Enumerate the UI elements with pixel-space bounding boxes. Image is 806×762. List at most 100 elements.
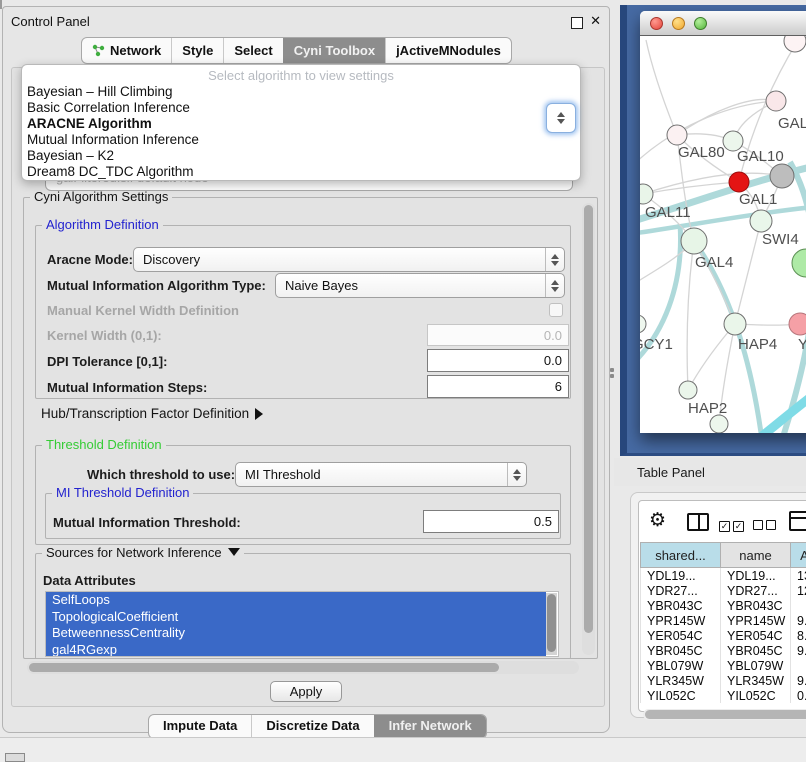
menu-item-bayesian-hill-climbing[interactable]: Bayesian – Hill Climbing [22, 84, 580, 100]
scrollbar-thumb[interactable] [645, 710, 806, 719]
apply-button[interactable]: Apply [270, 681, 342, 702]
node-gal80[interactable] [667, 125, 687, 145]
traffic-light-zoom-icon[interactable] [694, 17, 707, 30]
column-header-cut[interactable]: A [791, 543, 806, 568]
tab-infer-network[interactable]: Infer Network [374, 715, 486, 738]
table-row[interactable]: YDR27...YDR27...12 [641, 583, 806, 598]
table-row[interactable]: YBR045CYBR045C9. [641, 643, 806, 658]
settings-vertical-scrollbar[interactable] [582, 203, 595, 655]
kernel-width-label: Kernel Width (0,1): [47, 328, 162, 343]
combo-stepper-icon[interactable] [546, 103, 576, 133]
node-label: SWI4 [762, 231, 799, 248]
menu-item-bayesian-k2[interactable]: Bayesian – K2 [22, 148, 580, 164]
collapsed-panel-button[interactable] [5, 753, 25, 762]
list-item-selected[interactable]: BetweennessCentrality [46, 625, 546, 642]
tab-jactivemnodules[interactable]: jActiveMNodules [385, 38, 511, 63]
cell: YBR045C [721, 643, 791, 658]
panel-splitter-handle[interactable] [610, 366, 616, 382]
dpi-tolerance-field[interactable]: 0.0 [427, 349, 569, 372]
checkbox-pair-unchecked-icon[interactable] [753, 517, 779, 535]
settings-horizontal-scrollbar[interactable] [27, 661, 579, 674]
cell: YER054C [641, 628, 721, 643]
node-green-right[interactable] [792, 249, 806, 277]
gear-icon[interactable]: ⚙ [649, 509, 666, 532]
sources-title: Sources for Network Inference [46, 545, 222, 560]
network-window-titlebar[interactable] [640, 11, 806, 36]
node-top-cut[interactable] [784, 36, 806, 52]
table-row[interactable]: YER054CYER054C8. [641, 628, 806, 643]
table-row[interactable]: YPR145WYPR145W9. [641, 613, 806, 628]
checkbox-pair-checked-icon[interactable]: ✓✓ [719, 516, 747, 534]
list-item-selected[interactable]: TopologicalCoefficient [46, 609, 546, 626]
list-vertical-scrollbar[interactable] [546, 593, 557, 655]
tab-discretize-data[interactable]: Discretize Data [251, 715, 373, 738]
node-pink-topright[interactable] [766, 91, 786, 111]
node-hap4[interactable] [724, 313, 746, 335]
node-pink-right[interactable] [789, 313, 806, 335]
combo-stepper-icon [507, 463, 526, 486]
node-bottom-cut[interactable] [710, 415, 728, 433]
traffic-light-minimize-icon[interactable] [672, 17, 685, 30]
tab-select[interactable]: Select [223, 38, 282, 63]
group-title: Cyni Algorithm Settings [30, 189, 172, 204]
combo-value: MI Threshold [236, 467, 507, 482]
list-item-selected[interactable]: SelfLoops [46, 592, 546, 609]
dpi-tolerance-label: DPI Tolerance [0,1]: [47, 354, 167, 369]
node-label: Y [798, 336, 806, 353]
float-window-icon[interactable] [571, 17, 583, 29]
column-header-name[interactable]: name [721, 543, 791, 568]
tab-network[interactable]: Network [82, 38, 171, 63]
checked-box-icon: ✓ [719, 521, 730, 532]
cell: YBL079W [721, 658, 791, 673]
aracne-mode-combo[interactable]: Discovery [133, 247, 565, 272]
close-icon[interactable]: ✕ [590, 13, 601, 29]
menu-item-aracne[interactable]: ARACNE Algorithm [22, 116, 580, 132]
scrollbar-thumb[interactable] [29, 663, 499, 672]
scrollbar-thumb[interactable] [584, 205, 593, 633]
column-header-shared-name[interactable]: shared... [641, 543, 721, 568]
kernel-width-field: 0.0 [427, 324, 569, 346]
list-item-selected[interactable]: gal4RGexp [46, 642, 546, 658]
table-icon[interactable] [789, 511, 806, 531]
node-gal1-red[interactable] [729, 172, 749, 192]
traffic-light-close-icon[interactable] [650, 17, 663, 30]
which-threshold-combo[interactable]: MI Threshold [235, 462, 527, 487]
mi-type-combo[interactable]: Naive Bayes [275, 273, 565, 298]
menu-item-dream8[interactable]: Dream8 DC_TDC Algorithm [22, 164, 580, 180]
data-attributes-label: Data Attributes [43, 573, 136, 588]
table-panel-card: ⚙ ✓✓ shared... name A [630, 492, 806, 718]
tab-impute-data[interactable]: Impute Data [149, 715, 251, 738]
node-gcy1[interactable] [640, 315, 646, 333]
mi-threshold-field[interactable]: 0.5 [423, 510, 559, 533]
node-swi4[interactable] [750, 210, 772, 232]
scrollbar-thumb[interactable] [547, 594, 556, 652]
grip-dot [610, 374, 614, 378]
cell: YLR345W [641, 673, 721, 688]
table-row[interactable]: YBL079WYBL079W [641, 658, 806, 673]
tab-label: Style [182, 39, 213, 62]
node-gal11[interactable] [640, 184, 653, 204]
node-gal4[interactable] [681, 228, 707, 254]
data-attributes-list[interactable]: SelfLoops TopologicalCoefficient Between… [45, 591, 559, 657]
node-hap2[interactable] [679, 381, 697, 399]
columns-icon[interactable] [687, 513, 709, 531]
cell: YDR27... [721, 583, 791, 598]
table-horizontal-scrollbar[interactable] [643, 709, 806, 720]
menu-item-basic-correlation[interactable]: Basic Correlation Inference [22, 100, 580, 116]
node-gray[interactable] [770, 164, 794, 188]
sources-toggle[interactable]: Sources for Network Inference [42, 545, 244, 560]
tab-style[interactable]: Style [171, 38, 223, 63]
node-label: GAL4 [695, 254, 733, 271]
menu-item-mutual-information[interactable]: Mutual Information Inference [22, 132, 580, 148]
mi-steps-field[interactable]: 6 [427, 375, 569, 398]
table-row[interactable]: YDL19...YDL19...13 [641, 568, 806, 584]
cell: YBR043C [641, 598, 721, 613]
table-row[interactable]: YLR345WYLR345W9. [641, 673, 806, 688]
network-canvas[interactable]: GAL GAL80 GAL10 GAL1 GAL11 SWI4 GAL4 GCY… [640, 36, 806, 433]
table-row[interactable]: YBR043CYBR043C [641, 598, 806, 613]
hub-definition-toggle[interactable]: Hub/Transcription Factor Definition [41, 406, 263, 421]
cell [791, 658, 806, 673]
table-row[interactable]: YIL052CYIL052C0. [641, 688, 806, 703]
bottom-strip [0, 738, 806, 762]
tab-cyni-toolbox[interactable]: Cyni Toolbox [283, 38, 385, 63]
